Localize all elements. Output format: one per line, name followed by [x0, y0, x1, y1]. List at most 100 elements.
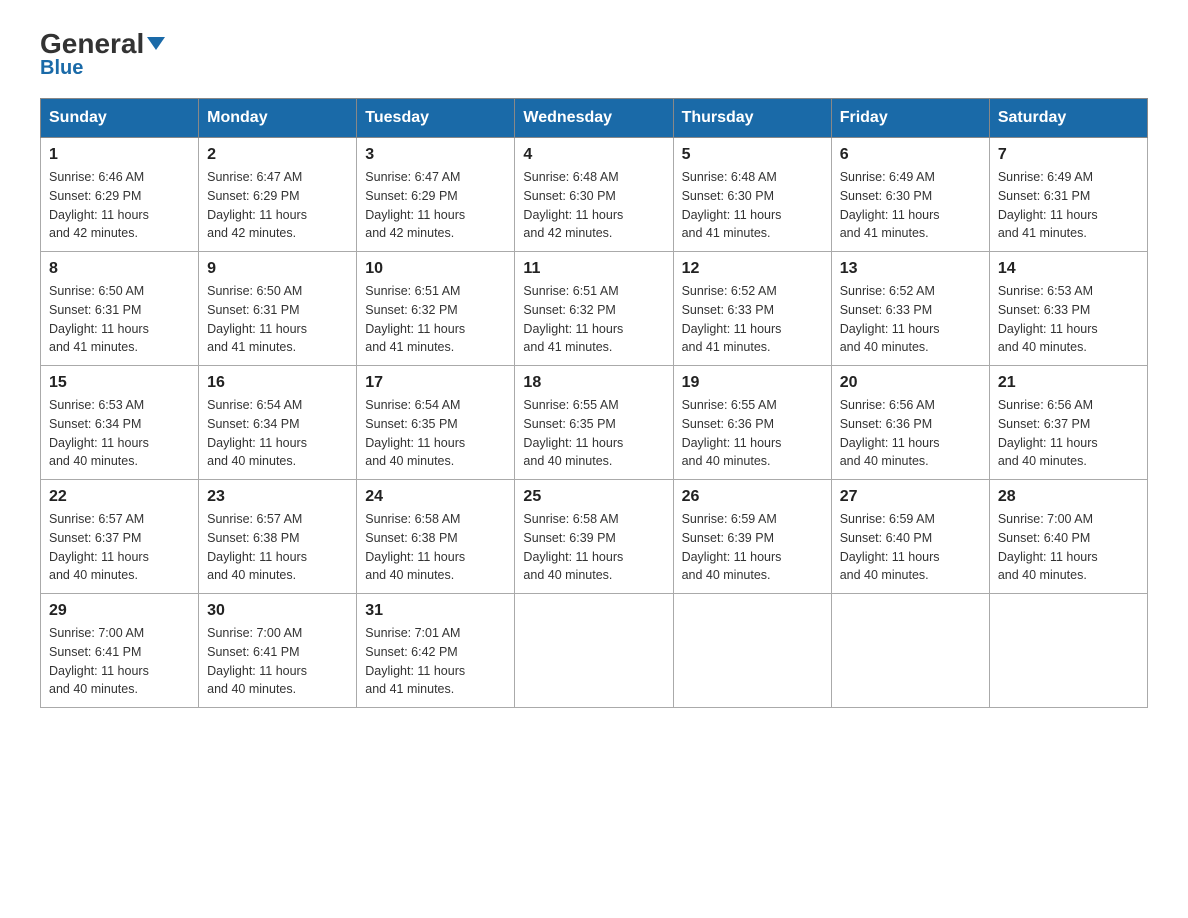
day-info: Sunrise: 6:55 AMSunset: 6:36 PMDaylight:…	[682, 396, 823, 471]
calendar-cell: 31 Sunrise: 7:01 AMSunset: 6:42 PMDayligh…	[357, 594, 515, 708]
calendar-cell: 3 Sunrise: 6:47 AMSunset: 6:29 PMDaylight…	[357, 138, 515, 252]
calendar-cell	[989, 594, 1147, 708]
calendar-week-row: 15 Sunrise: 6:53 AMSunset: 6:34 PMDayligh…	[41, 366, 1148, 480]
calendar-cell: 4 Sunrise: 6:48 AMSunset: 6:30 PMDaylight…	[515, 138, 673, 252]
calendar-header-saturday: Saturday	[989, 99, 1147, 138]
calendar-cell: 29 Sunrise: 7:00 AMSunset: 6:41 PMDayligh…	[41, 594, 199, 708]
day-info: Sunrise: 6:54 AMSunset: 6:35 PMDaylight:…	[365, 396, 506, 471]
day-info: Sunrise: 6:53 AMSunset: 6:33 PMDaylight:…	[998, 282, 1139, 357]
calendar-cell: 8 Sunrise: 6:50 AMSunset: 6:31 PMDaylight…	[41, 252, 199, 366]
day-info: Sunrise: 7:01 AMSunset: 6:42 PMDaylight:…	[365, 624, 506, 699]
calendar-week-row: 22 Sunrise: 6:57 AMSunset: 6:37 PMDayligh…	[41, 480, 1148, 594]
day-number: 15	[49, 374, 190, 392]
calendar-cell: 21 Sunrise: 6:56 AMSunset: 6:37 PMDayligh…	[989, 366, 1147, 480]
calendar-cell: 2 Sunrise: 6:47 AMSunset: 6:29 PMDaylight…	[199, 138, 357, 252]
calendar-header-tuesday: Tuesday	[357, 99, 515, 138]
calendar-cell: 28Sunrise: 7:00 AMSunset: 6:40 PMDayligh…	[989, 480, 1147, 594]
calendar-week-row: 1 Sunrise: 6:46 AMSunset: 6:29 PMDaylight…	[41, 138, 1148, 252]
day-number: 3	[365, 146, 506, 164]
day-info: Sunrise: 6:46 AMSunset: 6:29 PMDaylight:…	[49, 168, 190, 243]
calendar-cell: 5 Sunrise: 6:48 AMSunset: 6:30 PMDaylight…	[673, 138, 831, 252]
calendar-cell: 26 Sunrise: 6:59 AMSunset: 6:39 PMDayligh…	[673, 480, 831, 594]
calendar-cell: 7Sunrise: 6:49 AMSunset: 6:31 PMDaylight…	[989, 138, 1147, 252]
day-number: 26	[682, 488, 823, 506]
day-number: 17	[365, 374, 506, 392]
calendar-header-row: SundayMondayTuesdayWednesdayThursdayFrid…	[41, 99, 1148, 138]
calendar-cell: 23 Sunrise: 6:57 AMSunset: 6:38 PMDayligh…	[199, 480, 357, 594]
day-info: Sunrise: 6:48 AMSunset: 6:30 PMDaylight:…	[682, 168, 823, 243]
calendar-week-row: 8 Sunrise: 6:50 AMSunset: 6:31 PMDaylight…	[41, 252, 1148, 366]
day-number: 18	[523, 374, 664, 392]
day-number: 14	[998, 260, 1139, 278]
calendar-cell: 19Sunrise: 6:55 AMSunset: 6:36 PMDayligh…	[673, 366, 831, 480]
day-info: Sunrise: 6:54 AMSunset: 6:34 PMDaylight:…	[207, 396, 348, 471]
day-info: Sunrise: 6:56 AMSunset: 6:37 PMDaylight:…	[998, 396, 1139, 471]
logo-blue: Blue	[40, 58, 165, 78]
day-number: 23	[207, 488, 348, 506]
day-info: Sunrise: 6:53 AMSunset: 6:34 PMDaylight:…	[49, 396, 190, 471]
calendar-week-row: 29 Sunrise: 7:00 AMSunset: 6:41 PMDayligh…	[41, 594, 1148, 708]
calendar-header-wednesday: Wednesday	[515, 99, 673, 138]
day-number: 4	[523, 146, 664, 164]
day-number: 11	[523, 260, 664, 278]
day-number: 22	[49, 488, 190, 506]
day-number: 31	[365, 602, 506, 620]
calendar-header-monday: Monday	[199, 99, 357, 138]
day-info: Sunrise: 6:50 AMSunset: 6:31 PMDaylight:…	[207, 282, 348, 357]
day-info: Sunrise: 7:00 AMSunset: 6:41 PMDaylight:…	[49, 624, 190, 699]
calendar-cell: 18Sunrise: 6:55 AMSunset: 6:35 PMDayligh…	[515, 366, 673, 480]
day-info: Sunrise: 6:52 AMSunset: 6:33 PMDaylight:…	[840, 282, 981, 357]
day-number: 6	[840, 146, 981, 164]
day-number: 8	[49, 260, 190, 278]
calendar-cell	[673, 594, 831, 708]
page-header: General Blue	[40, 30, 1148, 78]
calendar-cell: 15 Sunrise: 6:53 AMSunset: 6:34 PMDayligh…	[41, 366, 199, 480]
day-number: 25	[523, 488, 664, 506]
day-number: 21	[998, 374, 1139, 392]
day-number: 29	[49, 602, 190, 620]
day-info: Sunrise: 6:52 AMSunset: 6:33 PMDaylight:…	[682, 282, 823, 357]
day-info: Sunrise: 6:59 AMSunset: 6:39 PMDaylight:…	[682, 510, 823, 585]
calendar-cell: 13 Sunrise: 6:52 AMSunset: 6:33 PMDayligh…	[831, 252, 989, 366]
calendar-cell: 24Sunrise: 6:58 AMSunset: 6:38 PMDayligh…	[357, 480, 515, 594]
day-info: Sunrise: 6:50 AMSunset: 6:31 PMDaylight:…	[49, 282, 190, 357]
day-info: Sunrise: 6:49 AMSunset: 6:31 PMDaylight:…	[998, 168, 1139, 243]
calendar-cell: 14 Sunrise: 6:53 AMSunset: 6:33 PMDayligh…	[989, 252, 1147, 366]
logo: General Blue	[40, 30, 165, 78]
day-info: Sunrise: 6:47 AMSunset: 6:29 PMDaylight:…	[365, 168, 506, 243]
day-number: 13	[840, 260, 981, 278]
day-number: 24	[365, 488, 506, 506]
calendar-cell	[515, 594, 673, 708]
day-info: Sunrise: 6:48 AMSunset: 6:30 PMDaylight:…	[523, 168, 664, 243]
day-number: 1	[49, 146, 190, 164]
day-number: 20	[840, 374, 981, 392]
day-number: 5	[682, 146, 823, 164]
calendar-cell: 12Sunrise: 6:52 AMSunset: 6:33 PMDayligh…	[673, 252, 831, 366]
day-info: Sunrise: 6:57 AMSunset: 6:37 PMDaylight:…	[49, 510, 190, 585]
calendar-cell: 9Sunrise: 6:50 AMSunset: 6:31 PMDaylight…	[199, 252, 357, 366]
calendar-cell: 1 Sunrise: 6:46 AMSunset: 6:29 PMDaylight…	[41, 138, 199, 252]
calendar-cell	[831, 594, 989, 708]
calendar-cell: 10 Sunrise: 6:51 AMSunset: 6:32 PMDayligh…	[357, 252, 515, 366]
day-info: Sunrise: 6:57 AMSunset: 6:38 PMDaylight:…	[207, 510, 348, 585]
calendar-cell: 30 Sunrise: 7:00 AMSunset: 6:41 PMDayligh…	[199, 594, 357, 708]
logo-general: General	[40, 30, 165, 58]
day-number: 2	[207, 146, 348, 164]
day-number: 27	[840, 488, 981, 506]
day-info: Sunrise: 7:00 AMSunset: 6:41 PMDaylight:…	[207, 624, 348, 699]
calendar-cell: 20Sunrise: 6:56 AMSunset: 6:36 PMDayligh…	[831, 366, 989, 480]
day-number: 30	[207, 602, 348, 620]
calendar-header-friday: Friday	[831, 99, 989, 138]
day-info: Sunrise: 7:00 AMSunset: 6:40 PMDaylight:…	[998, 510, 1139, 585]
calendar-cell: 22 Sunrise: 6:57 AMSunset: 6:37 PMDayligh…	[41, 480, 199, 594]
day-info: Sunrise: 6:47 AMSunset: 6:29 PMDaylight:…	[207, 168, 348, 243]
calendar-cell: 27Sunrise: 6:59 AMSunset: 6:40 PMDayligh…	[831, 480, 989, 594]
calendar-cell: 16 Sunrise: 6:54 AMSunset: 6:34 PMDayligh…	[199, 366, 357, 480]
day-number: 10	[365, 260, 506, 278]
calendar-cell: 11 Sunrise: 6:51 AMSunset: 6:32 PMDayligh…	[515, 252, 673, 366]
day-number: 16	[207, 374, 348, 392]
day-info: Sunrise: 6:51 AMSunset: 6:32 PMDaylight:…	[365, 282, 506, 357]
day-info: Sunrise: 6:51 AMSunset: 6:32 PMDaylight:…	[523, 282, 664, 357]
day-info: Sunrise: 6:49 AMSunset: 6:30 PMDaylight:…	[840, 168, 981, 243]
calendar-cell: 25Sunrise: 6:58 AMSunset: 6:39 PMDayligh…	[515, 480, 673, 594]
